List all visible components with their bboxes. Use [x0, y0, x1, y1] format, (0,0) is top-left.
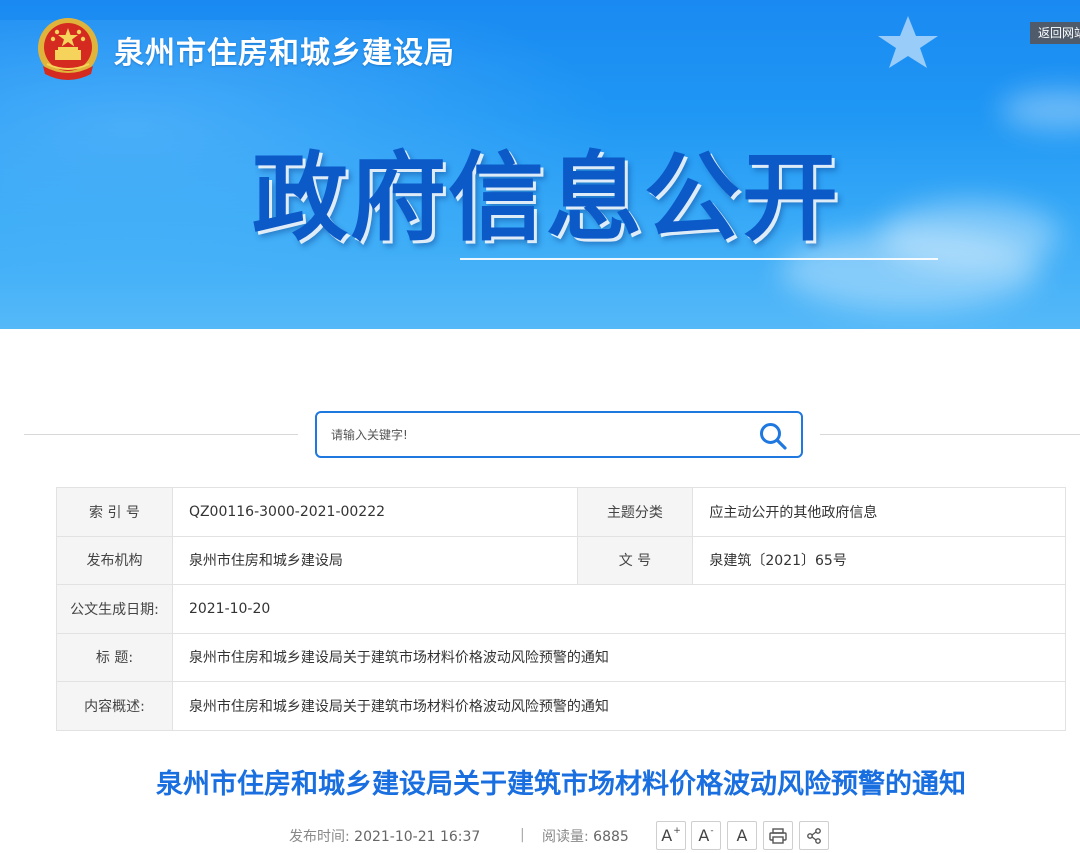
publish-time-value: 2021-10-21 16:37: [354, 829, 481, 845]
title-value: 泉州市住房和城乡建设局关于建筑市场材料价格波动风险预警的通知: [171, 632, 1067, 682]
publisher-value: 泉州市住房和城乡建设局: [171, 535, 578, 585]
index-no-label: 索 引 号: [56, 487, 173, 537]
table-row: 标 题: 泉州市住房和城乡建设局关于建筑市场材料价格波动风险预警的通知: [56, 632, 1067, 682]
cloud-decoration: [1000, 90, 1080, 130]
font-reset-label: A: [736, 826, 748, 845]
star-decoration-icon: [878, 16, 938, 68]
read-count-value: 6885: [593, 829, 629, 845]
font-decrease-label: A: [698, 826, 710, 845]
summary-label: 内容概述:: [56, 681, 173, 731]
read-count: 阅读量: 6885: [542, 826, 629, 846]
summary-value: 泉州市住房和城乡建设局关于建筑市场材料价格波动风险预警的通知: [171, 681, 1067, 731]
font-increase-label: A: [661, 826, 673, 845]
meta-separator: |: [520, 827, 525, 843]
topic-value: 应主动公开的其他政府信息: [692, 487, 1066, 537]
back-to-site-button[interactable]: 返回网站: [1030, 22, 1080, 44]
font-increase-mark: +: [673, 825, 681, 836]
doc-no-label: 文 号: [576, 535, 694, 585]
table-row: 内容概述: 泉州市住房和城乡建设局关于建筑市场材料价格波动风险预警的通知: [56, 681, 1067, 731]
date-label: 公文生成日期:: [56, 584, 173, 634]
publisher-label: 发布机构: [56, 535, 173, 585]
font-reset-button[interactable]: A: [727, 821, 757, 850]
title-label: 标 题:: [56, 632, 173, 682]
font-increase-button[interactable]: A +: [656, 821, 686, 850]
font-decrease-mark: -: [710, 825, 714, 836]
index-no-value: QZ00116-3000-2021-00222: [171, 487, 578, 537]
national-emblem-icon: [38, 18, 98, 80]
table-row: 索 引 号 QZ00116-3000-2021-00222 主题分类 应主动公开…: [56, 487, 1066, 537]
org-name: 泉州市住房和城乡建设局: [114, 36, 455, 71]
search-box: [315, 411, 803, 458]
table-row: 发布机构 泉州市住房和城乡建设局 文 号 泉建筑〔2021〕65号: [56, 535, 1066, 585]
share-button[interactable]: [799, 821, 829, 850]
article-title: 泉州市住房和城乡建设局关于建筑市场材料价格波动风险预警的通知: [156, 769, 966, 800]
print-button[interactable]: [763, 821, 793, 850]
print-icon: [769, 827, 787, 844]
doc-no-value: 泉建筑〔2021〕65号: [692, 535, 1066, 585]
search-divider-right: [820, 434, 1080, 435]
publish-time-label: 发布时间:: [289, 829, 350, 845]
share-icon: [807, 827, 821, 844]
document-info-table: 索 引 号 QZ00116-3000-2021-00222 主题分类 应主动公开…: [56, 487, 1067, 731]
font-decrease-button[interactable]: A-: [691, 821, 721, 850]
banner-title-underline: [460, 258, 938, 260]
publish-time: 发布时间: 2021-10-21 16:37: [289, 826, 480, 846]
topic-label: 主题分类: [576, 487, 694, 537]
search-icon[interactable]: [757, 420, 789, 452]
search-divider-left: [24, 434, 298, 435]
date-value: 2021-10-20: [171, 584, 1067, 634]
banner-title: 政府信息公开: [252, 142, 840, 254]
table-row: 公文生成日期: 2021-10-20: [56, 584, 1067, 634]
search-input[interactable]: [331, 421, 731, 449]
header-banner: 泉州市住房和城乡建设局 返回网站 政府信息公开: [0, 0, 1080, 329]
read-count-label: 阅读量:: [542, 829, 589, 845]
